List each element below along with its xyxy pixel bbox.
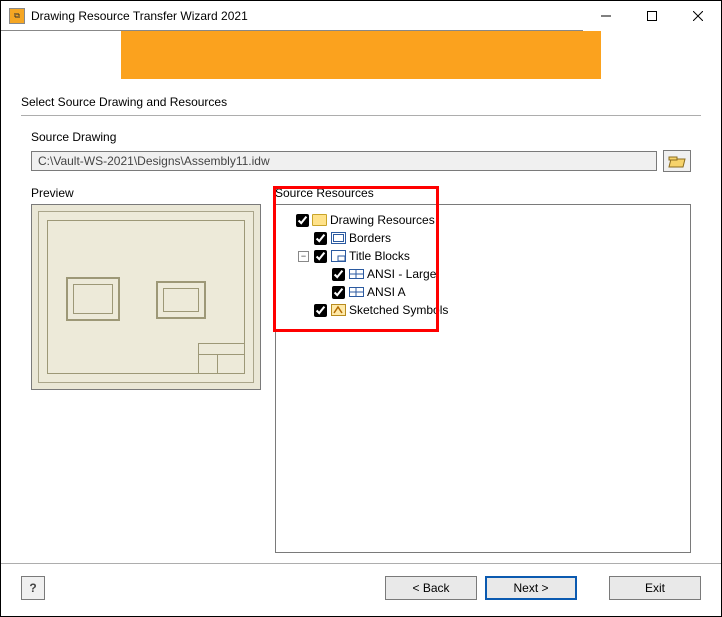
expander-placeholder: [298, 233, 309, 244]
checkbox-root[interactable]: [296, 214, 309, 227]
tree-label-ansi-a: ANSI A: [367, 285, 406, 299]
checkbox-ansi-large[interactable]: [332, 268, 345, 281]
close-icon: [693, 11, 703, 21]
preview-sheet: [38, 211, 254, 383]
resource-tree[interactable]: Drawing Resources: [280, 211, 686, 319]
tree-label-ansi-large: ANSI - Large: [367, 267, 436, 281]
resources-label: Source Resources: [275, 186, 691, 200]
titlebar: ⧉ Drawing Resource Transfer Wizard 2021: [1, 1, 721, 31]
source-drawing-label: Source Drawing: [31, 130, 701, 144]
tree-label-borders: Borders: [349, 231, 391, 245]
preview-column: Preview: [31, 186, 261, 553]
checkbox-ansi-a[interactable]: [332, 286, 345, 299]
help-button[interactable]: ?: [21, 576, 45, 600]
wizard-window: ⧉ Drawing Resource Transfer Wizard 2021 …: [0, 0, 722, 617]
tree-label-root: Drawing Resources: [330, 213, 435, 227]
tree-node-root[interactable]: Drawing Resources: [280, 211, 686, 229]
tree-label-sketched: Sketched Symbols: [349, 303, 448, 317]
header-banner-area: [1, 31, 721, 91]
checkbox-borders[interactable]: [314, 232, 327, 245]
minimize-button[interactable]: [583, 1, 629, 31]
expander-titleblocks[interactable]: −: [298, 251, 309, 262]
tree-node-ansi-a[interactable]: ANSI A: [316, 283, 686, 301]
preview-titleblock-2: [156, 281, 206, 319]
resources-column: Source Resources Drawing Resources: [275, 186, 691, 553]
source-drawing-input[interactable]: [31, 151, 657, 171]
divider: [21, 115, 701, 116]
checkbox-titleblocks[interactable]: [314, 250, 327, 263]
preview-label: Preview: [31, 186, 261, 200]
preview-corner-table: [198, 343, 244, 373]
preview-titleblock-1: [66, 277, 120, 321]
title-block-item-icon: [348, 285, 364, 299]
preview-panel: [31, 204, 261, 390]
window-title: Drawing Resource Transfer Wizard 2021: [31, 9, 583, 23]
browse-button[interactable]: [663, 150, 691, 172]
header-banner: [121, 31, 601, 79]
help-icon: ?: [29, 581, 36, 595]
exit-button[interactable]: Exit: [609, 576, 701, 600]
title-block-item-icon: [348, 267, 364, 281]
open-folder-icon: [668, 154, 686, 168]
app-icon: ⧉: [9, 8, 25, 24]
footer: ? < Back Next > Exit: [1, 563, 721, 616]
close-button[interactable]: [675, 1, 721, 31]
borders-icon: [330, 231, 346, 245]
maximize-button[interactable]: [629, 1, 675, 31]
source-drawing-row: [31, 150, 691, 172]
tree-node-borders[interactable]: Borders: [298, 229, 686, 247]
checkbox-sketched[interactable]: [314, 304, 327, 317]
expander-placeholder: [280, 215, 291, 226]
resources-tree-panel: Drawing Resources: [275, 204, 691, 553]
tree-label-titleblocks: Title Blocks: [349, 249, 410, 263]
maximize-icon: [647, 11, 657, 21]
sketched-symbols-icon: [330, 303, 346, 317]
minimize-icon: [601, 11, 611, 21]
step-title: Select Source Drawing and Resources: [21, 91, 701, 115]
preview-border: [47, 220, 245, 374]
content-area: Select Source Drawing and Resources Sour…: [1, 91, 721, 553]
next-button[interactable]: Next >: [485, 576, 577, 600]
tree-node-titleblocks[interactable]: − Title Blocks: [298, 247, 686, 265]
title-blocks-icon: [330, 249, 346, 263]
tree-node-ansi-large[interactable]: ANSI - Large: [316, 265, 686, 283]
expander-placeholder: [316, 269, 327, 280]
columns: Preview Source Resources: [31, 186, 691, 553]
folder-icon: [312, 214, 327, 226]
expander-placeholder: [298, 305, 309, 316]
expander-placeholder: [316, 287, 327, 298]
back-button[interactable]: < Back: [385, 576, 477, 600]
tree-node-sketched[interactable]: Sketched Symbols: [298, 301, 686, 319]
